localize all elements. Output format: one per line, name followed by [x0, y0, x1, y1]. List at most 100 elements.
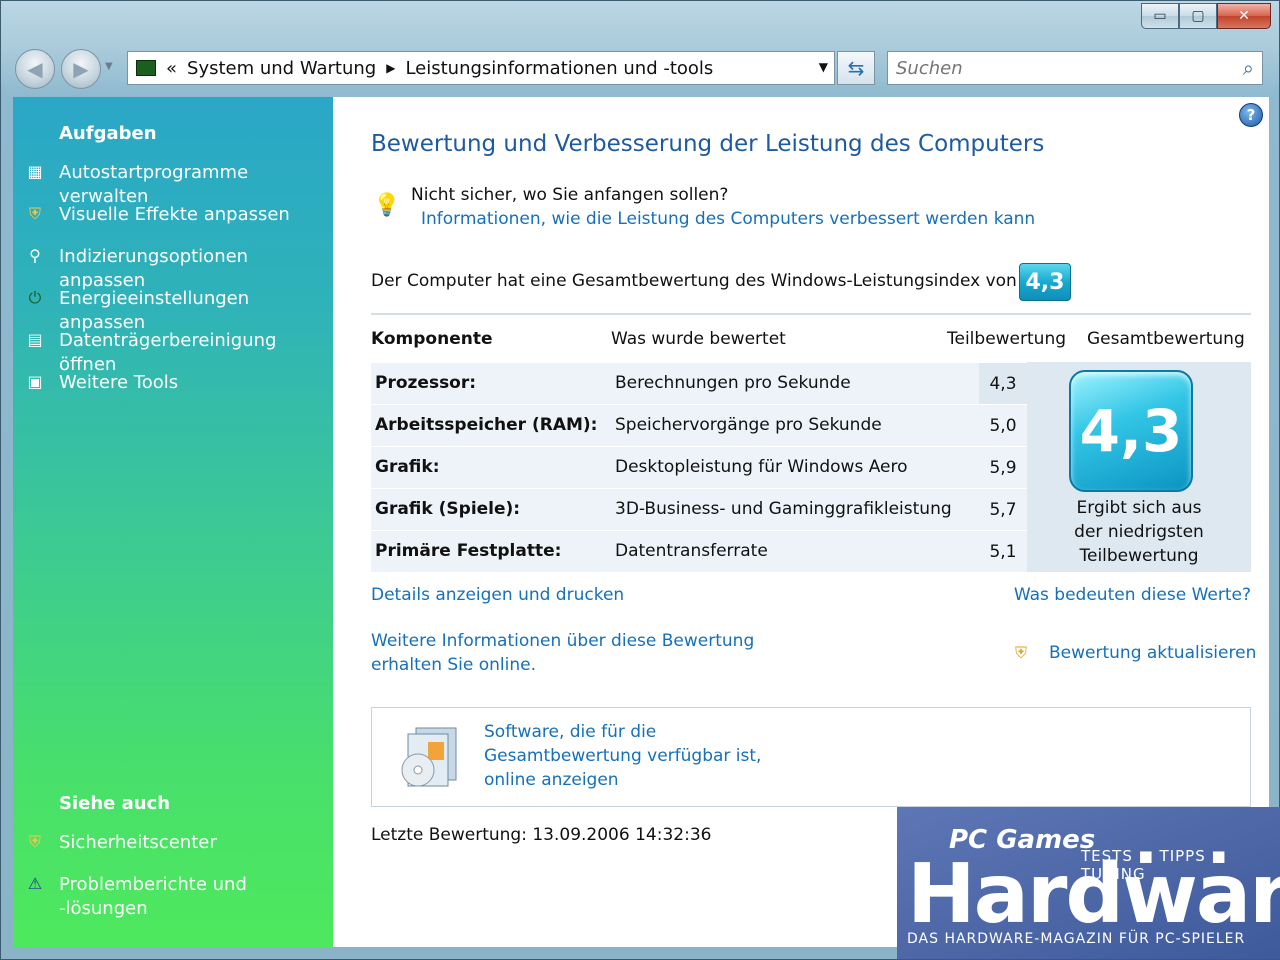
sidebar-item-more-tools[interactable]: ▣ Weitere Tools [23, 371, 178, 395]
base-score-caption: Ergibt sich aus der niedrigsten Teilbewe… [1047, 496, 1231, 568]
table-row: Prozessor: Berechnungen pro Sekunde 4,3 [371, 362, 1027, 404]
measured-value: Datentransferrate [615, 541, 768, 561]
back-arrow-icon: ◀ [27, 57, 43, 81]
table-row: Grafik: Desktopleistung für Windows Aero… [371, 446, 1027, 488]
component-name: Grafik (Spiele): [375, 499, 521, 519]
subscore: 5,1 [989, 541, 1017, 562]
watermark-subtitle: DAS HARDWARE-MAGAZIN FÜR PC-SPIELER [907, 931, 1246, 947]
base-score-caption-line: Ergibt sich aus [1076, 498, 1202, 518]
component-name: Prozessor: [375, 373, 477, 393]
divider [371, 313, 1251, 315]
more-info-online-link[interactable]: Weitere Informationen über diese Bewertu… [371, 629, 754, 677]
lightbulb-icon: 💡 [373, 193, 401, 218]
tasks-heading: Aufgaben [59, 123, 157, 144]
improve-performance-link[interactable]: Informationen, wie die Leistung des Comp… [421, 209, 1035, 229]
sidebar-item-disk-cleanup[interactable]: ▤ Datenträgerbereinigung öffnen [23, 329, 333, 377]
shield-icon: ⛨ [28, 204, 41, 223]
base-score-panel: 4,3 Ergibt sich aus der niedrigsten Teil… [1027, 362, 1251, 572]
breadcrumb-separator-icon[interactable]: ▶ [386, 61, 395, 75]
recent-pages-dropdown[interactable]: ▼ [105, 61, 113, 72]
sidebar-item-label-line1: Problemberichte und [59, 874, 247, 895]
disk-cleanup-icon: ▤ [27, 330, 43, 349]
base-score-badge: 4,3 [1069, 370, 1193, 492]
page-title: Bewertung und Verbesserung der Leistung … [371, 131, 1045, 157]
sidebar-item-power[interactable]: ⏻ Energieeinstellungen anpassen [23, 287, 333, 335]
score-table: Prozessor: Berechnungen pro Sekunde 4,3 … [371, 362, 1251, 572]
search-input[interactable] [896, 57, 1216, 79]
software-line1: Software, die für die [484, 722, 657, 742]
minimize-button[interactable]: ▭ [1141, 3, 1179, 29]
sidebar-item-label: Weitere Tools [59, 372, 179, 393]
refresh-button[interactable]: ⇆ [837, 51, 875, 85]
performance-icon [136, 60, 156, 76]
more-info-line1: Weitere Informationen über diese Bewertu… [371, 631, 755, 651]
software-online-link[interactable]: Software, die für die Gesamtbewertung ve… [484, 720, 761, 792]
search-icon[interactable]: ⌕ [1243, 56, 1254, 80]
power-plug-icon: ⏻ [28, 288, 42, 307]
column-header-measured: Was wurde bewertet [611, 329, 786, 349]
details-print-link[interactable]: Details anzeigen und drucken [371, 583, 624, 607]
back-button[interactable]: ◀ [15, 49, 55, 89]
measured-value: Desktopleistung für Windows Aero [615, 457, 908, 477]
search-box: ⌕ [887, 51, 1263, 85]
sidebar-item-label: Problemberichte und -lösungen [59, 873, 247, 921]
table-row: Primäre Festplatte: Datentransferrate 5,… [371, 530, 1027, 572]
refresh-icon: ⇆ [847, 56, 865, 80]
forward-button[interactable]: ▶ [61, 49, 101, 89]
software-line3: online anzeigen [484, 770, 619, 790]
software-box-icon [401, 727, 457, 787]
watermark-title: Hardware [907, 847, 1280, 942]
indexing-icon: ⚲ [29, 246, 41, 265]
software-panel: Software, die für die Gesamtbewertung ve… [371, 707, 1251, 807]
sidebar-item-label: Datenträgerbereinigung öffnen [59, 330, 277, 375]
update-rating-link[interactable]: Bewertung aktualisieren [1049, 641, 1256, 665]
sidebar-item-label-line2: -lösungen [59, 898, 148, 919]
address-dropdown-icon[interactable]: ▼ [819, 60, 828, 74]
measured-value: Berechnungen pro Sekunde [615, 373, 851, 393]
column-header-component: Komponente [371, 329, 493, 349]
control-panel-window: ▭ ▢ ✕ ◀ ▶ ▼ « System und Wartung ▶ Leist… [0, 0, 1280, 960]
base-score-caption-line: der niedrigsten [1074, 522, 1204, 542]
maximize-button[interactable]: ▢ [1179, 3, 1217, 29]
tip-question: Nicht sicher, wo Sie anfangen sollen? [411, 185, 729, 205]
help-icon[interactable]: ? [1239, 103, 1263, 127]
problem-reports-icon: ⚠ [27, 874, 43, 893]
sidebar-item-label: Sicherheitscenter [59, 832, 217, 853]
magazine-watermark: PC Games TESTS ■ TIPPS ■ TUNING Hardware… [897, 807, 1280, 959]
close-button[interactable]: ✕ [1217, 3, 1271, 29]
column-header-subscore: Teilbewertung [947, 329, 1067, 349]
sidebar-item-label: Indizierungsoptionen anpassen [59, 246, 249, 291]
subscore: 5,7 [989, 499, 1017, 520]
sidebar-item-visual-effects[interactable]: ⛨ Visuelle Effekte anpassen [23, 203, 290, 227]
what-do-values-mean-link[interactable]: Was bedeuten diese Werte? [1014, 583, 1251, 607]
measured-value: 3D-Business- und Gaminggrafikleistung [615, 499, 952, 519]
subscore: 4,3 [979, 363, 1027, 404]
component-name: Grafik: [375, 457, 440, 477]
sidebar-item-indexing[interactable]: ⚲ Indizierungsoptionen anpassen [23, 245, 333, 293]
address-prefix[interactable]: « [166, 58, 177, 79]
task-pane: Aufgaben ▦ Autostartprogramme verwalten … [13, 97, 333, 947]
sidebar-item-startup-programs[interactable]: ▦ Autostartprogramme verwalten [23, 161, 333, 209]
sidebar-item-label: Visuelle Effekte anpassen [59, 204, 290, 225]
software-line2: Gesamtbewertung verfügbar ist, [484, 746, 762, 766]
breadcrumb-performance-tools[interactable]: Leistungsinformationen und -tools [405, 58, 713, 79]
table-row: Arbeitsspeicher (RAM): Speichervorgänge … [371, 404, 1027, 446]
overall-score-text: Der Computer hat eine Gesamtbewertung de… [371, 271, 1017, 291]
caption-buttons: ▭ ▢ ✕ [1141, 3, 1271, 29]
address-bar[interactable]: « System und Wartung ▶ Leistungsinformat… [127, 51, 835, 85]
more-info-line2: erhalten Sie online. [371, 655, 537, 675]
see-also-heading: Siehe auch [59, 793, 171, 814]
sidebar-item-problem-reports[interactable]: ⚠ Problemberichte und -lösungen [23, 873, 247, 921]
sidebar-item-security-center[interactable]: ⛨ Sicherheitscenter [23, 831, 217, 855]
last-rating-text: Letzte Bewertung: 13.09.2006 14:32:36 [371, 825, 712, 845]
breadcrumb-system-maintenance[interactable]: System und Wartung [187, 58, 376, 79]
component-name: Primäre Festplatte: [375, 541, 562, 561]
navigation-bar: ◀ ▶ ▼ « System und Wartung ▶ Leistungsin… [1, 45, 1280, 93]
sidebar-item-label: Energieeinstellungen anpassen [59, 288, 250, 333]
measured-value: Speichervorgänge pro Sekunde [615, 415, 882, 435]
tools-icon: ▣ [27, 372, 43, 391]
column-header-base-score: Gesamtbewertung [1087, 329, 1245, 349]
base-score-caption-line: Teilbewertung [1079, 546, 1199, 566]
table-row: Grafik (Spiele): 3D-Business- und Gaming… [371, 488, 1027, 530]
forward-arrow-icon: ▶ [73, 57, 89, 81]
